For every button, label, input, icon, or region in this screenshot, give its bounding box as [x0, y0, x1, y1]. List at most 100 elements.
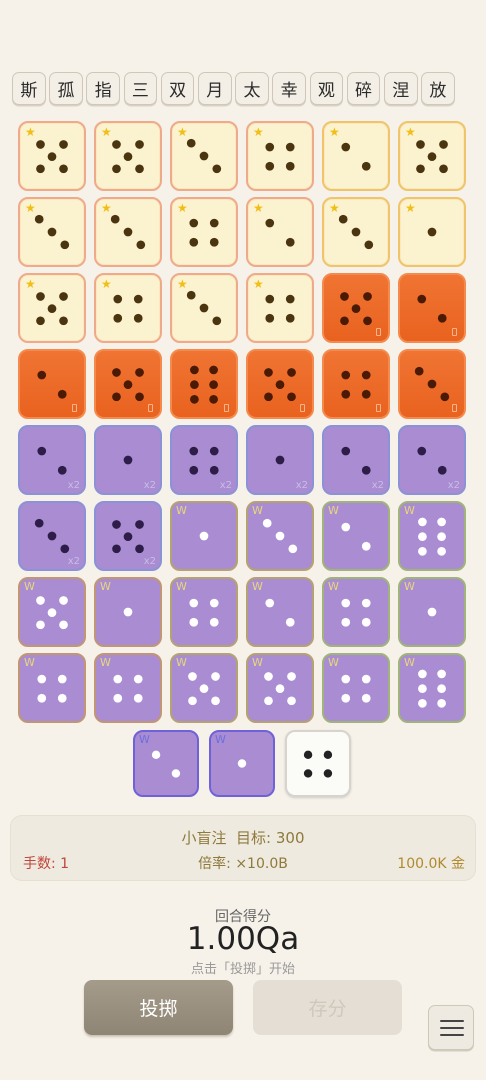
grid-die-4[interactable]: ★: [322, 121, 390, 191]
multiplier-mark: x2: [143, 556, 156, 567]
pip: [113, 294, 123, 304]
grid-die-2[interactable]: ★: [170, 121, 238, 191]
pip: [341, 693, 351, 703]
pip: [209, 598, 219, 608]
grid-die-1[interactable]: ★: [94, 121, 162, 191]
grid-die-28[interactable]: x2: [322, 425, 390, 495]
hand-die-2[interactable]: [285, 730, 351, 797]
pip: [264, 672, 273, 681]
tag-6[interactable]: 太: [235, 72, 269, 105]
pip: [123, 152, 133, 161]
pip: [113, 313, 123, 323]
pip: [418, 517, 427, 527]
star-icon: ★: [253, 125, 264, 139]
tag-2[interactable]: 指: [86, 72, 121, 105]
grid-die-5[interactable]: ★: [398, 121, 466, 191]
grid-die-19[interactable]: [94, 349, 162, 419]
grid-die-8[interactable]: ★: [170, 197, 238, 267]
grid-die-29[interactable]: x2: [398, 425, 466, 495]
pip: [47, 227, 57, 237]
pip: [36, 620, 45, 630]
tag-1[interactable]: 孤: [49, 72, 83, 105]
grid-die-13[interactable]: ★: [94, 273, 162, 343]
grid-die-22[interactable]: [322, 349, 390, 419]
grid-die-30[interactable]: x2: [18, 501, 86, 571]
grid-die-0[interactable]: ★: [18, 121, 86, 191]
pip: [437, 465, 447, 475]
grid-die-39[interactable]: W: [246, 577, 314, 647]
roll-button[interactable]: 投掷: [84, 980, 233, 1035]
grid-die-10[interactable]: ★: [322, 197, 390, 267]
pip: [37, 674, 47, 684]
pip: [209, 446, 219, 456]
grid-die-34[interactable]: W: [322, 501, 390, 571]
grid-die-37[interactable]: W: [94, 577, 162, 647]
grid-die-44[interactable]: W: [170, 653, 238, 723]
pip: [123, 532, 133, 541]
grid-die-47[interactable]: W: [398, 653, 466, 723]
pip: [323, 769, 333, 778]
tag-4[interactable]: 双: [160, 72, 195, 105]
pip: [59, 316, 68, 326]
grid-die-46[interactable]: W: [322, 653, 390, 723]
grid-die-35[interactable]: W: [398, 501, 466, 571]
grid-die-41[interactable]: W: [398, 577, 466, 647]
card-icon: [148, 404, 153, 412]
grid-die-36[interactable]: W: [18, 577, 86, 647]
grid-die-45[interactable]: W: [246, 653, 314, 723]
tag-11[interactable]: 放: [421, 72, 455, 105]
tag-5[interactable]: 月: [197, 72, 232, 105]
grid-die-25[interactable]: x2: [94, 425, 162, 495]
grid-die-31[interactable]: x2: [94, 501, 162, 571]
grid-die-42[interactable]: W: [18, 653, 86, 723]
grid-die-11[interactable]: ★: [398, 197, 466, 267]
tag-7[interactable]: 幸: [272, 72, 306, 105]
grid-die-21[interactable]: [246, 349, 314, 419]
grid-die-43[interactable]: W: [94, 653, 162, 723]
pip: [275, 455, 285, 465]
grid-die-3[interactable]: ★: [246, 121, 314, 191]
tag-0[interactable]: 斯: [12, 72, 46, 105]
die-face-4: [303, 750, 333, 778]
grid-die-17[interactable]: [398, 273, 466, 343]
grid-die-33[interactable]: W: [246, 501, 314, 571]
hand-die-1[interactable]: W: [209, 730, 275, 797]
grid-die-18[interactable]: [18, 349, 86, 419]
grid-die-15[interactable]: ★: [246, 273, 314, 343]
pip: [418, 669, 427, 679]
grid-die-24[interactable]: x2: [18, 425, 86, 495]
pip: [418, 684, 427, 693]
hand-die-0[interactable]: W: [133, 730, 199, 797]
tag-8[interactable]: 观: [309, 72, 344, 105]
grid-die-23[interactable]: [398, 349, 466, 419]
grid-die-27[interactable]: x2: [246, 425, 314, 495]
pip: [37, 370, 47, 380]
tag-10[interactable]: 涅: [383, 72, 418, 105]
pip: [265, 142, 275, 152]
grid-die-38[interactable]: W: [170, 577, 238, 647]
hamburger-menu-icon[interactable]: [428, 1005, 474, 1050]
grid-die-9[interactable]: ★: [246, 197, 314, 267]
tag-3[interactable]: 三: [123, 72, 158, 105]
pip: [287, 672, 296, 681]
pip: [212, 164, 222, 174]
grid-die-7[interactable]: ★: [94, 197, 162, 267]
grid-die-26[interactable]: x2: [170, 425, 238, 495]
grid-die-16[interactable]: [322, 273, 390, 343]
multiplier-mark: x2: [67, 556, 80, 567]
multiplier-mark: x2: [143, 480, 156, 491]
save-score-button[interactable]: 存分: [253, 980, 402, 1035]
pip: [211, 672, 220, 681]
pip: [59, 164, 68, 174]
pip: [361, 598, 371, 608]
grid-die-40[interactable]: W: [322, 577, 390, 647]
pip: [361, 465, 371, 475]
grid-die-14[interactable]: ★: [170, 273, 238, 343]
grid-die-32[interactable]: W: [170, 501, 238, 571]
tag-9[interactable]: 碎: [346, 72, 381, 105]
grid-die-6[interactable]: ★: [18, 197, 86, 267]
pip: [135, 368, 144, 377]
pip: [265, 313, 275, 323]
grid-die-20[interactable]: [170, 349, 238, 419]
grid-die-12[interactable]: ★: [18, 273, 86, 343]
